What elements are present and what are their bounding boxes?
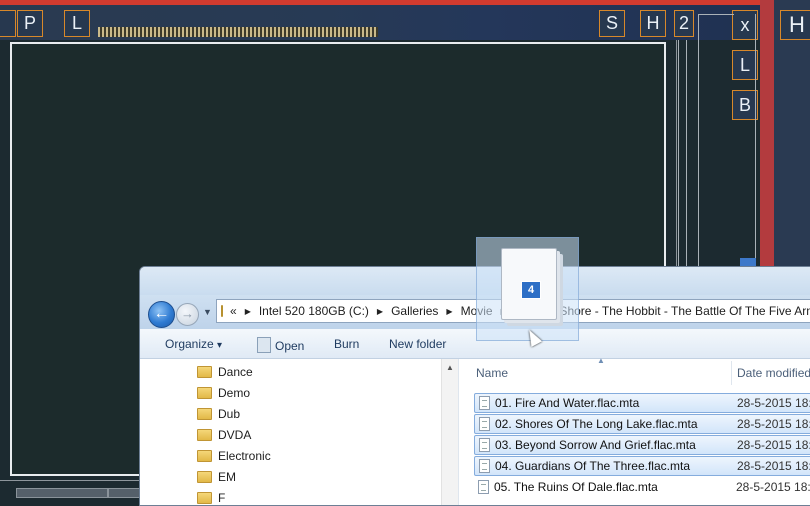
skin-button-l[interactable]: L — [64, 10, 90, 37]
tree-item[interactable]: F — [197, 487, 226, 505]
drag-preview: 4 — [476, 237, 579, 341]
folder-icon — [197, 449, 212, 462]
skin-button-p[interactable]: P — [17, 10, 43, 37]
file-date: 28-5-2015 18:5 — [737, 438, 810, 452]
folder-icon — [197, 470, 212, 483]
file-icon — [479, 396, 490, 410]
drag-count-badge: 4 — [521, 281, 541, 299]
file-name: 03. Beyond Sorrow And Grief.flac.mta — [495, 438, 696, 452]
burn-button[interactable]: Burn — [334, 337, 359, 351]
tree-item-label: Demo — [218, 385, 251, 400]
navigation-pane-scrollbar[interactable]: ▲ — [441, 359, 458, 505]
scroll-marker[interactable] — [740, 258, 756, 266]
tree-item-label: Dance — [218, 364, 253, 379]
file-name: 02. Shores Of The Long Lake.flac.mta — [495, 417, 698, 431]
top-accent-stripe — [0, 0, 810, 5]
explorer-title-bar[interactable] — [140, 267, 810, 295]
tree-item-label: DVDA — [218, 427, 252, 442]
file-list: Name ▲ Date modified 01. Fire And Water.… — [458, 356, 810, 505]
sort-ascending-icon: ▲ — [597, 356, 605, 365]
position-ruler[interactable] — [98, 27, 378, 37]
frame-line — [698, 14, 734, 15]
scroll-up-icon[interactable]: ▲ — [446, 363, 454, 372]
column-divider[interactable] — [731, 361, 732, 385]
breadcrumb-separator-icon[interactable]: ▶ — [245, 307, 251, 316]
back-button[interactable]: ← — [148, 301, 175, 328]
arrow-right-icon: → — [181, 306, 194, 321]
chevron-down-icon: ▼ — [203, 307, 212, 317]
file-date: 28-5-2015 18:5 — [736, 480, 810, 494]
folder-icon — [197, 491, 212, 504]
recent-pages-dropdown[interactable]: ▼ — [203, 307, 212, 317]
file-row[interactable]: 02. Shores Of The Long Lake.flac.mta 28-… — [474, 414, 810, 434]
file-icon — [479, 417, 490, 431]
breadcrumb-separator-icon[interactable]: ▶ — [377, 307, 383, 316]
folder-icon — [197, 407, 212, 420]
arrow-left-icon: ← — [153, 305, 170, 322]
skin-button-s[interactable]: S — [599, 10, 625, 37]
file-name: 01. Fire And Water.flac.mta — [495, 396, 640, 410]
chevron-down-icon: ▾ — [217, 340, 223, 351]
tree-item[interactable]: EM — [197, 466, 236, 487]
tree-item-label: F — [218, 490, 226, 505]
navigation-pane[interactable]: Dance Demo Dub DVDA Electronic EM F — [140, 359, 458, 505]
bottom-control[interactable] — [16, 488, 108, 498]
breadcrumb-separator-icon[interactable]: ▶ — [446, 307, 452, 316]
tree-item-label: Dub — [218, 406, 241, 421]
organize-button[interactable]: Organize ▾ — [165, 337, 222, 351]
file-icon — [479, 438, 490, 452]
file-row[interactable]: 01. Fire And Water.flac.mta 28-5-2015 18… — [474, 393, 810, 413]
folder-icon — [197, 428, 212, 441]
tree-item[interactable]: Dance — [197, 361, 253, 382]
file-row[interactable]: 04. Guardians Of The Three.flac.mta 28-5… — [474, 456, 810, 476]
column-header-name[interactable]: Name — [476, 359, 508, 387]
file-icon — [478, 480, 489, 494]
skin-button-cutoff[interactable] — [0, 10, 16, 37]
skin-button-h[interactable]: H — [640, 10, 666, 37]
navigation-bar: ← → ▼ « ▶ Intel 520 180GB (C:) ▶ Galleri… — [140, 295, 810, 329]
explorer-window: ← → ▼ « ▶ Intel 520 180GB (C:) ▶ Galleri… — [139, 266, 810, 506]
tree-item[interactable]: Demo — [197, 382, 250, 403]
forward-button[interactable]: → — [176, 303, 199, 326]
file-date: 28-5-2015 18:5 — [737, 417, 810, 431]
skin-button-2[interactable]: 2 — [674, 10, 694, 37]
file-icon — [479, 459, 490, 473]
breadcrumb-galleries[interactable]: Galleries — [390, 304, 439, 318]
new-folder-button[interactable]: New folder — [389, 337, 446, 351]
folder-icon — [221, 305, 223, 317]
organize-label: Organize — [165, 337, 214, 351]
tree-item-label: Electronic — [218, 448, 271, 463]
bottom-control[interactable] — [108, 488, 140, 498]
frame-line — [755, 14, 756, 259]
breadcrumb-overflow[interactable]: « — [229, 304, 238, 318]
file-row[interactable]: 03. Beyond Sorrow And Grief.flac.mta 28-… — [474, 435, 810, 455]
folder-icon — [197, 386, 212, 399]
tree-item-label: EM — [218, 469, 236, 484]
tree-item[interactable]: Dub — [197, 403, 240, 424]
file-date: 28-5-2015 18:5 — [737, 459, 810, 473]
file-date: 28-5-2015 18:5 — [737, 396, 810, 410]
file-name: 05. The Ruins Of Dale.flac.mta — [494, 480, 658, 494]
open-file-icon — [257, 337, 271, 353]
open-label: Open — [275, 339, 305, 353]
open-button[interactable]: Open — [257, 337, 304, 353]
folder-icon — [197, 365, 212, 378]
command-bar: Organize ▾ Open Burn New folder — [140, 329, 810, 359]
file-name: 04. Guardians Of The Three.flac.mta — [495, 459, 690, 473]
breadcrumb-drive[interactable]: Intel 520 180GB (C:) — [258, 304, 370, 318]
skin-button-h-edge[interactable]: H — [780, 10, 810, 40]
tree-item[interactable]: DVDA — [197, 424, 251, 445]
file-row[interactable]: 05. The Ruins Of Dale.flac.mta 28-5-2015… — [474, 477, 810, 497]
tree-item[interactable]: Electronic — [197, 445, 271, 466]
column-header-date-modified[interactable]: Date modified — [737, 359, 810, 387]
